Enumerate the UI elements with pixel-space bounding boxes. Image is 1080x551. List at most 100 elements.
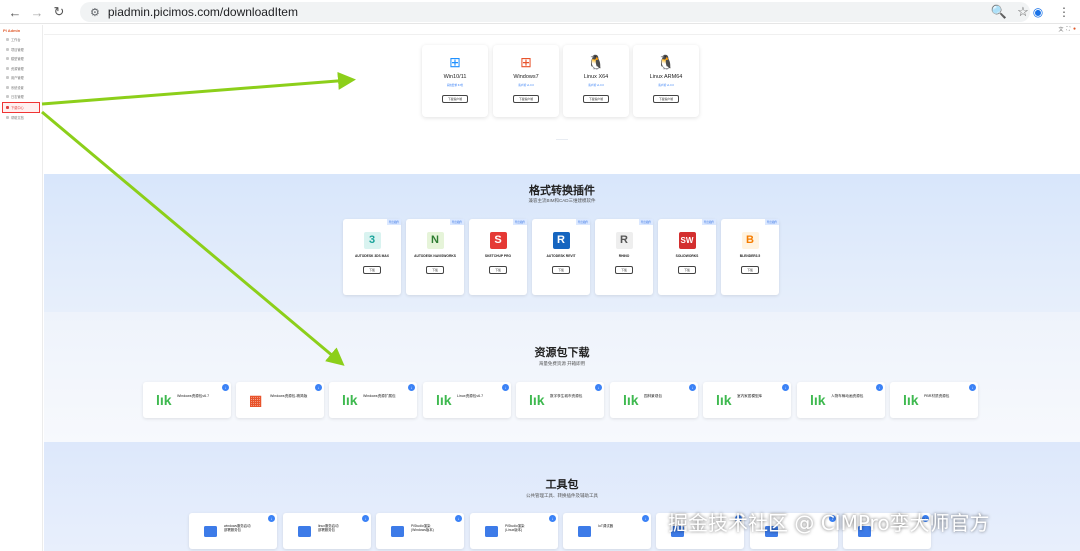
- plugin-card: 导出插件 N AUTODESK NAVISWORKS 下载: [406, 219, 464, 295]
- plugin-tag: 导出插件: [575, 219, 590, 225]
- resource-card[interactable]: lık PBR材质资源包 ↓: [890, 382, 978, 418]
- tool-card[interactable]: IoT调试器 ↓: [563, 513, 651, 549]
- menu-kebab-icon[interactable]: ⋮: [1054, 2, 1074, 22]
- download-client-button[interactable]: 下载客户端: [583, 95, 609, 103]
- tool-name: windows服务启动 部署服务包: [224, 524, 251, 532]
- download-icon[interactable]: ↓: [689, 384, 696, 391]
- sidebar-item-label: 系统设置: [11, 85, 24, 90]
- download-plugin-button[interactable]: 下载: [426, 266, 444, 274]
- download-icon[interactable]: ↓: [408, 384, 415, 391]
- plugin-card: 导出插件 R AUTODESK REVIT 下载: [532, 219, 590, 295]
- download-icon: [6, 105, 9, 109]
- sidebar-item-label: 项目管理: [11, 47, 24, 52]
- resource-name: Windows资源包v6.7: [177, 394, 210, 398]
- resource-card[interactable]: lık Linux资源包v6.7 ↓: [423, 382, 511, 418]
- download-icon[interactable]: ↓: [222, 384, 229, 391]
- sidebar-item[interactable]: 模型管理: [0, 54, 42, 64]
- tool-card[interactable]: linux服务启动 部署服务包 ↓: [283, 513, 371, 549]
- download-client-button[interactable]: 下载客户端: [653, 95, 679, 103]
- plugins-section: 格式转换插件 兼容主流BIM和CAD三维建模软件 导出插件 3 AUTODESK…: [44, 174, 1080, 312]
- resource-icon: lık: [623, 392, 639, 408]
- sidebar-item-download-center[interactable]: 下载中心: [2, 101, 40, 113]
- resource-icon: lık: [903, 392, 919, 408]
- tool-card[interactable]: PiStudio渲染 (Windows版本) ↓: [376, 513, 464, 549]
- zoom-icon[interactable]: 🔍: [990, 2, 1008, 22]
- sidebar-item-label: 工作台: [11, 38, 21, 43]
- sidebar-item-label: 资源管理: [11, 66, 24, 71]
- sidebar-item[interactable]: 项目管理: [0, 45, 42, 55]
- client-card-win10: ⊞ Win10/11 系统要求 64位 下载客户端: [422, 45, 488, 117]
- resource-name: Linux资源包v6.7: [457, 394, 484, 398]
- sidebar-item[interactable]: 资源管理: [0, 64, 42, 74]
- resource-card[interactable]: lık Windows资源扩展包 ↓: [329, 382, 417, 418]
- download-plugin-button[interactable]: 下载: [615, 266, 633, 274]
- client-name: Linux ARM64: [649, 74, 683, 80]
- resources-section: 资源包下载 海量免费资源 开箱即用 lık Windows资源包v6.7 ↓ ▦ Wi…: [44, 312, 1080, 442]
- download-icon[interactable]: ↓: [502, 384, 509, 391]
- client-version: 客户端 v1.0.0: [588, 84, 604, 87]
- back-icon[interactable]: ←: [4, 1, 26, 23]
- plugin-name: BLENDER3.5: [739, 254, 761, 258]
- address-bar[interactable]: ⚙ piadmin.picimos.com/downloadItem: [80, 2, 1030, 22]
- download-icon[interactable]: ↓: [642, 515, 649, 522]
- linux-icon: 🐧: [587, 54, 605, 70]
- toolbox-icon: [485, 526, 498, 537]
- resource-card[interactable]: lık 园林景观包 ↓: [610, 382, 698, 418]
- windows7-icon: ⊞: [520, 54, 532, 70]
- menu-item-icon: [6, 66, 9, 70]
- site-info-icon[interactable]: ⚙: [90, 6, 100, 19]
- sidebar-item[interactable]: 帮助文档: [0, 113, 42, 123]
- download-icon[interactable]: ↓: [455, 515, 462, 522]
- sidebar-item[interactable]: 日志管理: [0, 92, 42, 102]
- resource-card[interactable]: ▦ Windows资源包-精简版 ↓: [236, 382, 324, 418]
- resource-card[interactable]: lık 数字孪生城市资源包 ↓: [516, 382, 604, 418]
- tool-name: IoT调试器: [598, 524, 614, 528]
- language-icon[interactable]: 文: [1058, 26, 1063, 33]
- download-icon[interactable]: ↓: [268, 515, 275, 522]
- download-icon[interactable]: ↓: [549, 515, 556, 522]
- tool-card[interactable]: PiStudio渲染 (Linux版本) ↓: [470, 513, 558, 549]
- resource-name: Windows资源扩展包: [363, 394, 396, 398]
- resource-icon: lık: [529, 392, 545, 408]
- sketchup-icon: S: [489, 232, 507, 249]
- plugin-name: AUTODESK NAVISWORKS: [414, 254, 456, 258]
- resource-card[interactable]: lık 人物车辆动画资源包 ↓: [797, 382, 885, 418]
- client-version: 系统要求 64位: [446, 84, 464, 87]
- resource-name: Windows资源包-精简版: [270, 394, 308, 398]
- reload-icon[interactable]: ↻: [48, 1, 70, 23]
- download-plugin-button[interactable]: 下载: [741, 266, 759, 274]
- download-client-button[interactable]: 下载客户端: [442, 95, 468, 103]
- browser-toolbar: ← → ↻ ⚙ piadmin.picimos.com/downloadItem…: [0, 0, 1080, 24]
- download-icon[interactable]: ↓: [782, 384, 789, 391]
- resource-icon: lık: [436, 392, 452, 408]
- plugin-tag: 导出插件: [512, 219, 527, 225]
- sidebar-item[interactable]: 用户管理: [0, 73, 42, 83]
- resource-icon: lık: [716, 392, 732, 408]
- resource-icon: lık: [810, 392, 826, 408]
- sidebar-item[interactable]: 系统设置: [0, 83, 42, 93]
- download-plugin-button[interactable]: 下载: [678, 266, 696, 274]
- resource-card[interactable]: lık Windows资源包v6.7 ↓: [143, 382, 231, 418]
- download-icon[interactable]: ↓: [595, 384, 602, 391]
- download-plugin-button[interactable]: 下载: [363, 266, 381, 274]
- download-icon[interactable]: ↓: [876, 384, 883, 391]
- windows-icon: ⊞: [449, 54, 461, 70]
- fullscreen-icon[interactable]: ⛶: [1066, 26, 1070, 33]
- download-client-button[interactable]: 下载客户端: [513, 95, 539, 103]
- tool-card[interactable]: windows服务启动 部署服务包 ↓: [189, 513, 277, 549]
- download-plugin-button[interactable]: 下载: [489, 266, 507, 274]
- download-icon[interactable]: ↓: [969, 384, 976, 391]
- plugin-name: AUTODESK 3DS MAX: [354, 254, 389, 258]
- resource-card[interactable]: lık 室内家居模型库 ↓: [703, 382, 791, 418]
- download-icon[interactable]: ↓: [315, 384, 322, 391]
- download-plugin-button[interactable]: 下载: [552, 266, 570, 274]
- profile-icon[interactable]: ◉: [1028, 2, 1048, 22]
- forward-icon[interactable]: →: [26, 1, 48, 23]
- tool-name: linux服务启动 部署服务包: [318, 524, 339, 532]
- download-icon[interactable]: ↓: [362, 515, 369, 522]
- sidebar-item[interactable]: 工作台: [0, 35, 42, 45]
- plugin-tag: 导出插件: [764, 219, 779, 225]
- user-avatar[interactable]: ●: [1073, 26, 1076, 33]
- resource-name: PBR材质资源包: [924, 394, 950, 398]
- menu-item-icon: [6, 115, 9, 119]
